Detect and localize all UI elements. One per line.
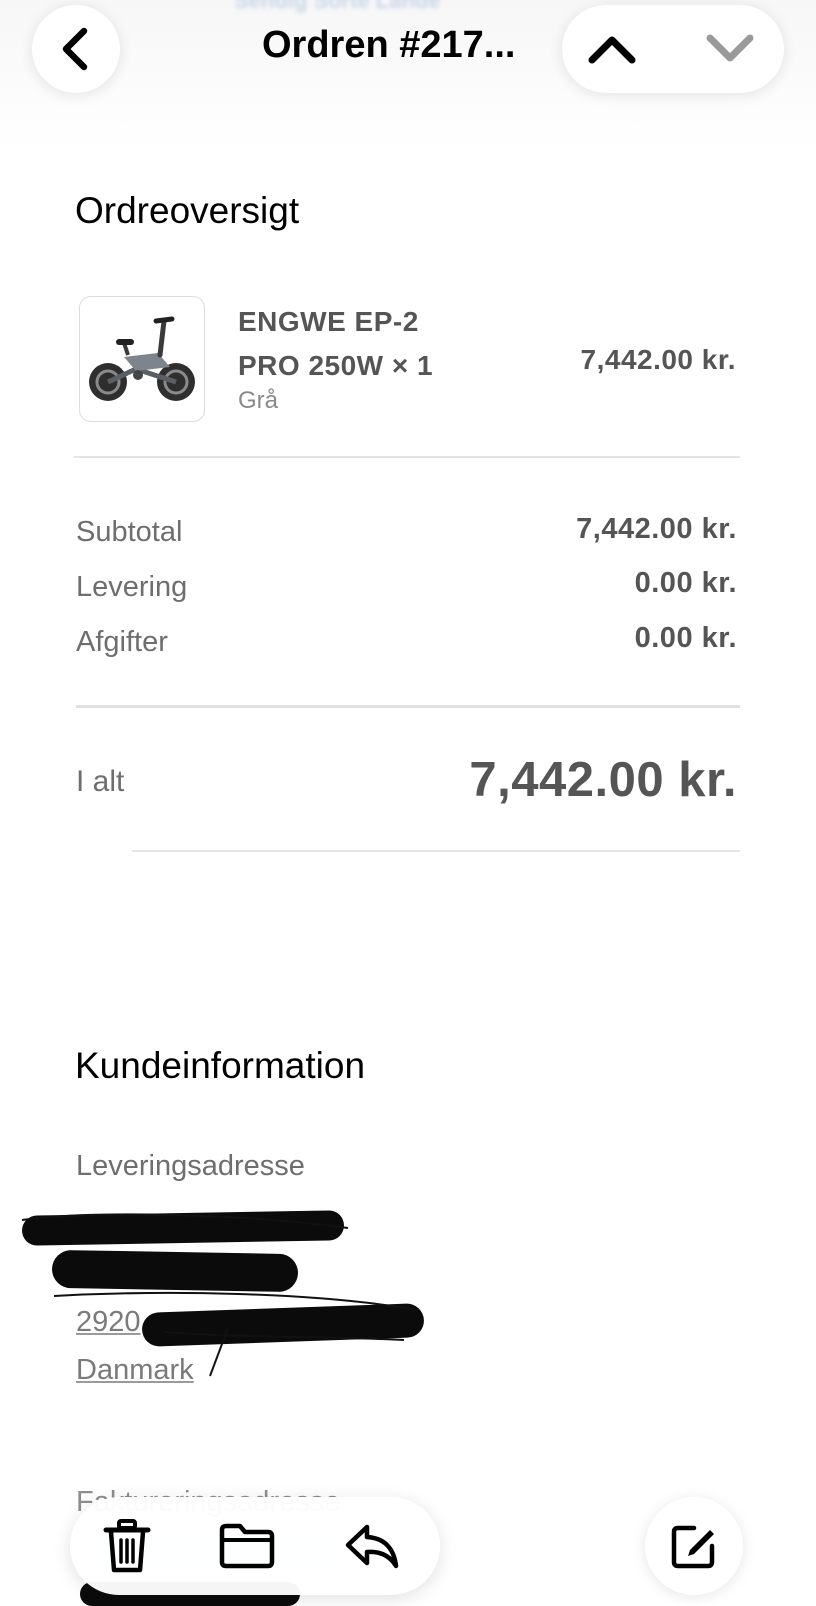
product-price: 7,442.00 kr. — [580, 344, 736, 375]
shipping-label: Levering — [76, 571, 188, 603]
trash-icon — [103, 1519, 151, 1573]
redaction-scribble — [21, 1213, 419, 1377]
product-name-line1: ENGWE EP-2 — [238, 306, 419, 337]
move-to-folder-button[interactable] — [215, 1514, 279, 1578]
compose-button[interactable] — [645, 1497, 743, 1595]
divider — [74, 456, 740, 458]
next-button[interactable] — [700, 19, 760, 79]
subtotal-label: Subtotal — [76, 516, 183, 548]
product-name-line2: PRO 250W × 1 — [238, 350, 434, 381]
electric-bike-image — [89, 316, 195, 401]
product-image[interactable] — [79, 296, 205, 422]
subtotal-value: 7,442.00 kr. — [576, 513, 737, 545]
back-button[interactable] — [32, 5, 120, 93]
page-title: Ordren #217... — [262, 24, 516, 66]
previous-button[interactable] — [582, 19, 642, 79]
taxes-label: Afgifter — [76, 626, 168, 658]
customer-info-heading: Kundeinformation — [75, 1045, 366, 1086]
reply-icon — [345, 1524, 399, 1569]
folder-icon — [219, 1523, 275, 1569]
scrolled-link-text: Sendig Sorte Lande — [234, 0, 441, 13]
order-overview-heading: Ordreoversigt — [75, 190, 300, 231]
shipping-value: 0.00 kr. — [634, 567, 737, 599]
divider — [132, 850, 740, 852]
total-label: I alt — [76, 765, 125, 798]
taxes-value: 0.00 kr. — [634, 622, 737, 654]
product-variant: Grå — [238, 387, 279, 414]
divider — [76, 705, 740, 708]
reply-button[interactable] — [340, 1514, 404, 1578]
product-name: ENGWE EP-2 PRO 250W × 1 — [238, 300, 498, 388]
bottom-toolbar — [70, 1497, 440, 1595]
message-navigation — [562, 5, 784, 93]
shipping-address-label: Leveringsadresse — [76, 1150, 305, 1182]
compose-icon — [671, 1525, 715, 1569]
delete-button[interactable] — [95, 1514, 159, 1578]
chevron-left-icon — [62, 27, 88, 71]
chevron-up-icon — [588, 36, 636, 64]
total-value: 7,442.00 kr. — [469, 753, 737, 807]
chevron-down-icon — [706, 34, 754, 62]
